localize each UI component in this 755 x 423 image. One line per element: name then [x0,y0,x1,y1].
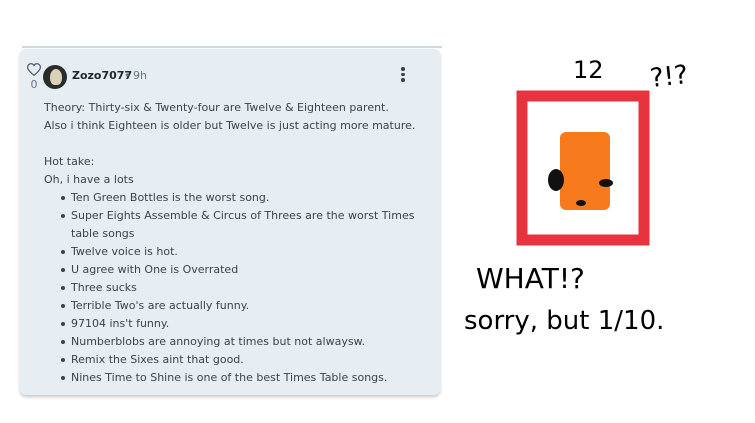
list-item: Twelve voice is hot. [61,243,424,261]
avatar[interactable] [43,65,67,89]
hot-take-intro: Oh, i have a lots [44,173,134,186]
framed-block-illustration [516,90,650,246]
hand-drawing: 12 ?!? WHAT!? sorry, but 1/10. [450,40,755,380]
drawing-text-rating: sorry, but 1/10. [464,306,665,336]
more-options-icon[interactable] [398,67,408,83]
drawing-label-exclaim: ?!? [648,60,690,94]
like-count: 0 [30,78,38,91]
like-control[interactable]: 0 [24,61,44,91]
list-item: Nines Time to Shine is one of the best T… [61,369,424,387]
drawing-text-what: WHAT!? [476,262,585,295]
body-line: Also i think Eighteen is older but Twelv… [44,119,416,132]
post-time: 9h [133,69,147,82]
list-item: Three sucks [61,279,424,297]
list-item: U agree with One is Overrated [61,261,424,279]
list-item: Terrible Two's are actually funny. [61,297,424,315]
top-divider [22,46,442,48]
hot-take-list: Ten Green Bottles is the worst song. Sup… [44,189,424,387]
list-item: Numberblobs are annoying at times but no… [61,333,424,351]
list-item: 97104 ins't funny. [61,315,424,333]
list-item: Ten Green Bottles is the worst song. [61,189,424,207]
comment-card: 0 Zozo7077 • 9h Theory: Thirty-six & Twe… [20,49,440,395]
drawing-label-number: 12 [573,56,604,84]
list-item: Remix the Sixes aint that good. [61,351,424,369]
meta-separator: • [124,69,131,82]
heart-icon[interactable] [26,63,42,77]
hot-take-heading: Hot take: [44,155,95,168]
comment-body: Theory: Thirty-six & Twenty-four are Twe… [44,99,424,387]
body-line: Theory: Thirty-six & Twenty-four are Twe… [44,101,389,114]
list-item: Super Eights Assemble & Circus of Threes… [61,207,424,243]
